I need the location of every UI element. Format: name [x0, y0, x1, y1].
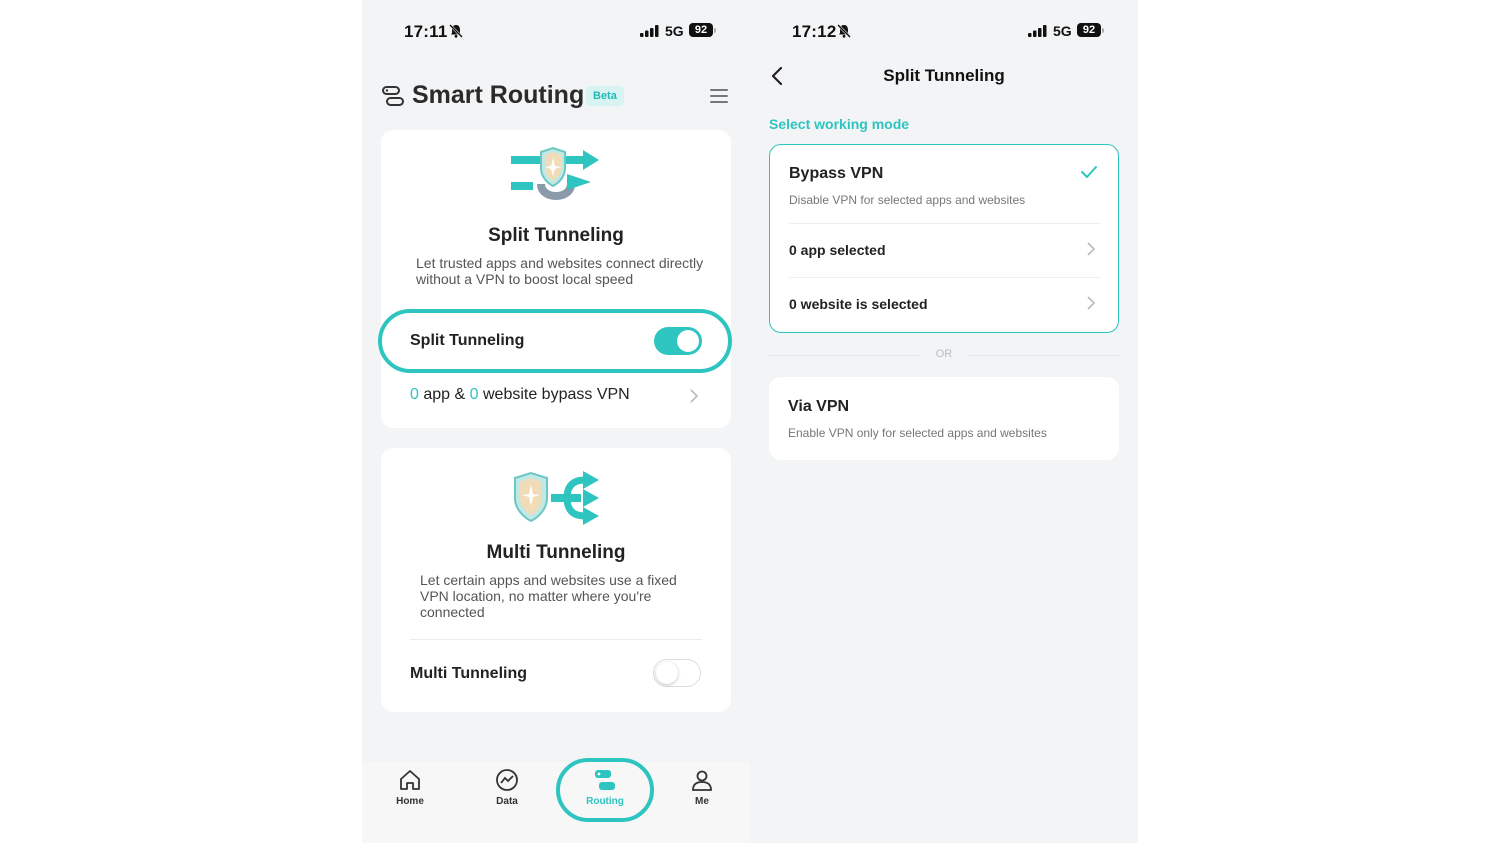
website-text: website bypass VPN: [482, 386, 630, 403]
via-vpn-title: Via VPN: [788, 398, 850, 415]
bypass-vpn-option[interactable]: Bypass VPN Disable VPN for selected apps…: [769, 144, 1119, 333]
bypass-divider: [789, 277, 1101, 278]
split-tunneling-illustration: [511, 146, 599, 200]
toggle-knob: [677, 330, 699, 352]
bell-muted-icon: [449, 24, 463, 38]
chevron-right-icon: [690, 389, 699, 403]
battery-tip: [1102, 28, 1104, 33]
chevron-right-icon: [1087, 242, 1096, 256]
nav-home-label: Home: [396, 796, 424, 807]
person-icon: [692, 770, 712, 791]
app-count: 0: [410, 386, 419, 403]
app-text: app &: [423, 386, 466, 403]
status-time: 17:12: [792, 22, 837, 41]
bypass-vpn-description: Disable VPN for selected apps and websit…: [789, 193, 1026, 207]
status-bar: 17:12 5G 92: [750, 20, 1138, 44]
bypass-summary-row[interactable]: 0 app & 0 website bypass VPN: [410, 386, 630, 404]
routing-logo-icon: [382, 86, 404, 106]
nav-me[interactable]: Me: [672, 768, 732, 807]
nav-home[interactable]: Home: [380, 768, 440, 807]
battery-icon: 92: [689, 23, 713, 37]
battery-tip: [714, 28, 716, 33]
via-vpn-description: Enable VPN only for selected apps and we…: [788, 426, 1047, 440]
website-count: 0: [469, 386, 479, 403]
checkmark-icon: [1081, 166, 1097, 178]
or-text: OR: [935, 348, 953, 360]
page-title: Split Tunneling: [883, 66, 1005, 85]
battery-icon: 92: [1077, 23, 1101, 37]
apps-selected-row[interactable]: 0 app selected: [789, 242, 886, 258]
bottom-nav: Home Data Routing Me: [362, 758, 750, 843]
bell-muted-icon: [837, 24, 851, 38]
nav-me-label: Me: [695, 796, 709, 807]
status-bar: 17:11 5G 92: [362, 20, 750, 44]
multi-tunneling-card: Multi Tunneling Let certain apps and web…: [381, 448, 731, 712]
split-toggle-label: Split Tunneling: [410, 332, 525, 349]
signal-icon: [640, 25, 659, 37]
working-mode-label: Select working mode: [769, 116, 910, 132]
split-tunneling-screen: 17:12 5G 92 Split Tunneling Select worki…: [750, 0, 1138, 843]
websites-selected-row[interactable]: 0 website is selected: [789, 296, 928, 312]
multi-toggle-label: Multi Tunneling: [410, 665, 528, 682]
smart-routing-screen: 17:11 5G 92 Smart Routing Beta Split Tun…: [362, 0, 750, 843]
bypass-vpn-title: Bypass VPN: [789, 165, 884, 182]
split-tunneling-toggle[interactable]: [654, 327, 702, 355]
home-icon: [400, 770, 420, 790]
split-tunneling-description: Let trusted apps and websites connect di…: [416, 255, 704, 287]
or-separator: OR: [769, 348, 1119, 362]
toggle-knob: [656, 662, 678, 684]
menu-icon[interactable]: [710, 88, 728, 104]
split-tunneling-title: Split Tunneling: [488, 225, 624, 246]
back-arrow-icon[interactable]: [770, 66, 784, 86]
network-type: 5G: [665, 23, 684, 39]
multi-tunneling-illustration: [514, 471, 599, 525]
multi-tunneling-toggle[interactable]: [653, 659, 701, 687]
nav-data[interactable]: Data: [477, 768, 537, 807]
chevron-right-icon: [1087, 296, 1096, 310]
nav-routing-label: Routing: [586, 796, 624, 807]
via-vpn-option[interactable]: Via VPN Enable VPN only for selected app…: [769, 377, 1119, 460]
multi-tunneling-title: Multi Tunneling: [486, 542, 626, 563]
network-type: 5G: [1053, 23, 1072, 39]
signal-icon: [1028, 25, 1047, 37]
beta-badge: Beta: [586, 86, 624, 106]
chart-icon: [496, 769, 518, 791]
routing-icon: [595, 770, 615, 790]
nav-data-label: Data: [496, 796, 518, 807]
multi-tunneling-description: Let certain apps and websites use a fixe…: [420, 572, 677, 620]
nav-routing[interactable]: Routing: [575, 768, 635, 807]
page-title: Smart Routing: [412, 81, 585, 109]
multi-divider: [410, 639, 702, 640]
split-tunneling-card: Split Tunneling Let trusted apps and web…: [378, 130, 732, 428]
status-time: 17:11: [404, 22, 448, 41]
bypass-divider: [789, 223, 1101, 224]
